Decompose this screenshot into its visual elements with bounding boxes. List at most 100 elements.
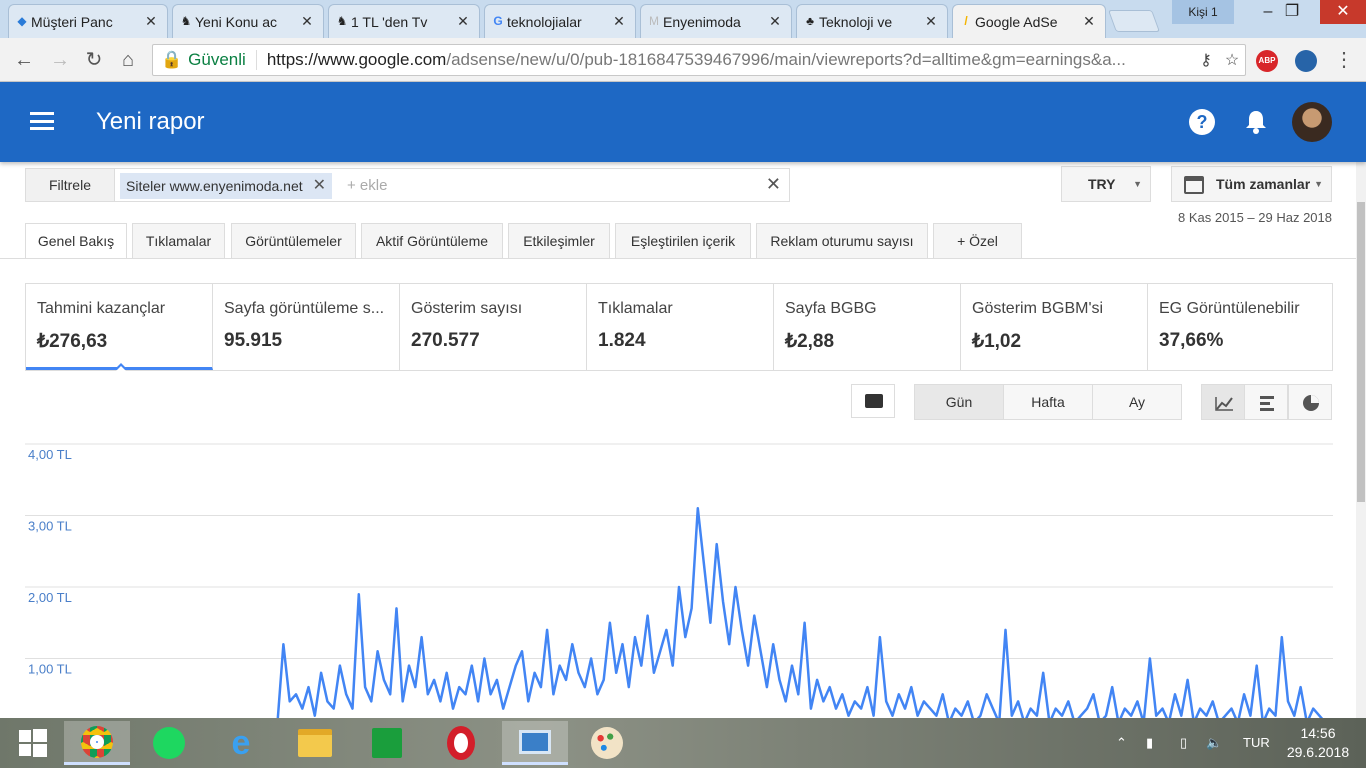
report-content: Filtrele Siteler www.enyenimoda.net ✕ + … — [0, 162, 1356, 718]
close-window-icon[interactable]: ✕ — [1320, 0, 1366, 24]
key-icon[interactable]: ⚷ — [1193, 50, 1219, 70]
filter-chip-site[interactable]: Siteler www.enyenimoda.net ✕ — [120, 173, 333, 199]
maximize-icon[interactable]: ❐ — [1270, 0, 1314, 24]
granularity-day-button[interactable]: Gün — [914, 384, 1004, 420]
close-tab-icon[interactable]: ✕ — [143, 13, 159, 30]
tab-reklam-oturumu[interactable]: Reklam oturumu sayısı — [756, 223, 928, 259]
back-icon[interactable]: ← — [12, 48, 36, 72]
granularity-month-button[interactable]: Ay — [1092, 384, 1182, 420]
browser-tab-teknolojialar[interactable]: G teknolojialar ✕ — [484, 4, 636, 38]
tab-ozel[interactable]: + Özel — [933, 223, 1022, 259]
taskbar-remote-desktop[interactable] — [502, 721, 568, 765]
hamburger-menu-icon[interactable] — [30, 112, 54, 130]
close-tab-icon[interactable]: ✕ — [923, 13, 939, 30]
adblock-extension-icon[interactable]: ABP — [1256, 50, 1278, 72]
bar-chart-view-button[interactable] — [1244, 384, 1288, 420]
forward-icon[interactable]: → — [48, 48, 72, 72]
browser-tab-title: Müşteri Panc — [31, 13, 113, 30]
close-tab-icon[interactable]: ✕ — [767, 13, 783, 30]
metric-label: Tahmini kazançlar — [37, 300, 166, 317]
metric-card-clicks[interactable]: Tıklamalar 1.824 — [587, 284, 774, 370]
tab-goruntulemeler[interactable]: Görüntülemeler — [231, 223, 356, 259]
browser-tab-musteri[interactable]: ◆ Müşteri Panc ✕ — [8, 4, 168, 38]
taskbar-internet-explorer[interactable]: e — [208, 721, 274, 765]
start-button[interactable] — [0, 721, 66, 765]
metric-card-impression-rpm[interactable]: Gösterim BGBM'si ₺1,02 — [961, 284, 1148, 370]
earnings-series-line[interactable] — [26, 507, 1332, 718]
selected-pointer-icon — [114, 363, 128, 371]
star-icon[interactable]: ☆ — [1219, 50, 1245, 70]
taskbar-spotify[interactable] — [136, 721, 202, 765]
opera-icon — [447, 726, 475, 760]
date-range-label: Tüm zamanlar — [1216, 176, 1311, 192]
network-signal-icon[interactable]: ▮ — [1146, 718, 1153, 768]
remove-filter-icon[interactable]: ✕ — [313, 173, 326, 199]
tab-etkilesimler[interactable]: Etkileşimler — [508, 223, 610, 259]
metric-value: 270.577 — [411, 330, 480, 351]
system-clock[interactable]: 14:56 29.6.2018 — [1282, 724, 1354, 762]
currency-select[interactable]: TRY ▼ — [1061, 166, 1151, 202]
remote-desktop-icon — [519, 729, 551, 754]
volume-icon[interactable]: 🔈 — [1206, 718, 1222, 768]
filter-input-box[interactable]: Siteler www.enyenimoda.net ✕ + ekle ✕ — [114, 168, 790, 202]
home-icon[interactable]: ⌂ — [116, 48, 140, 72]
person-button[interactable]: Kişi 1 — [1172, 0, 1234, 24]
add-filter-placeholder[interactable]: + ekle — [347, 177, 387, 194]
metric-card-pageviews[interactable]: Sayfa görüntüleme s... 95.915 — [213, 284, 400, 370]
clear-filters-icon[interactable]: ✕ — [766, 174, 781, 195]
url-text[interactable]: https://www.google.com/adsense/new/u/0/p… — [267, 50, 1193, 70]
metric-card-viewability[interactable]: EG Görüntülenebilir 37,66% — [1148, 284, 1332, 370]
comment-icon — [865, 394, 883, 408]
menu-dots-icon[interactable]: ⋮ — [1332, 48, 1356, 72]
browser-tab-1tl[interactable]: ♞ 1 TL 'den Tv ✕ — [328, 4, 480, 38]
calendar-icon — [1184, 176, 1204, 194]
reload-icon[interactable]: ↻ — [82, 48, 106, 72]
show-hidden-icons-icon[interactable]: ⌃ — [1116, 718, 1127, 768]
line-chart-view-button[interactable] — [1201, 384, 1245, 420]
filter-button[interactable]: Filtrele — [25, 168, 115, 202]
notifications-bell-icon[interactable] — [1244, 109, 1268, 135]
close-tab-icon[interactable]: ✕ — [299, 13, 315, 30]
language-indicator[interactable]: TUR — [1243, 718, 1270, 768]
tab-eslestirilen-icerik[interactable]: Eşleştirilen içerik — [615, 223, 751, 259]
metric-value: 95.915 — [224, 330, 283, 351]
metric-card-page-rpm[interactable]: Sayfa BGBG ₺2,88 — [774, 284, 961, 370]
annotation-button[interactable] — [851, 384, 895, 418]
bar-chart-icon — [1260, 396, 1274, 411]
tab-tiklamalar[interactable]: Tıklamalar — [132, 223, 225, 259]
taskbar-file-explorer[interactable] — [282, 721, 348, 765]
battery-icon[interactable]: ▯ — [1180, 718, 1187, 768]
scrollbar-thumb[interactable] — [1357, 202, 1365, 502]
tab-aktif-goruntuleme[interactable]: Aktif Görüntüleme — [361, 223, 503, 259]
browser-tab-enyenimoda[interactable]: M Enyenimoda ✕ — [640, 4, 792, 38]
taskbar-store[interactable] — [354, 721, 420, 765]
secure-indicator[interactable]: 🔒 Güvenli — [161, 50, 257, 70]
close-tab-icon[interactable]: ✕ — [1081, 13, 1097, 30]
taskbar-paint[interactable] — [574, 721, 640, 765]
pie-chart-view-button[interactable] — [1288, 384, 1332, 420]
taskbar-opera[interactable] — [428, 721, 494, 765]
close-tab-icon[interactable]: ✕ — [455, 13, 471, 30]
google-favicon-icon: G — [493, 14, 503, 28]
browser-tab-yeni-konu[interactable]: ♞ Yeni Konu ac ✕ — [172, 4, 324, 38]
store-icon — [372, 728, 402, 758]
chrome-icon — [81, 725, 113, 758]
metric-card-impressions[interactable]: Gösterim sayısı 270.577 — [400, 284, 587, 370]
browser-tab-adsense[interactable]: / Google AdSe ✕ — [952, 4, 1106, 38]
tab-genel-bakis[interactable]: Genel Bakış — [25, 223, 127, 259]
metric-card-earnings[interactable]: Tahmini kazançlar ₺276,63 — [26, 284, 213, 371]
new-tab-button[interactable] — [1107, 10, 1161, 32]
help-icon[interactable]: ? — [1189, 109, 1215, 135]
filter-chip-label: Siteler www.enyenimoda.net — [126, 178, 303, 194]
address-bar[interactable]: 🔒 Güvenli https://www.google.com/adsense… — [152, 44, 1246, 76]
forum-favicon-icon: ♞ — [180, 14, 192, 28]
granularity-week-button[interactable]: Hafta — [1003, 384, 1093, 420]
taskbar-chrome[interactable] — [64, 721, 130, 765]
date-range-select[interactable]: Tüm zamanlar ▼ — [1171, 166, 1332, 202]
browser-tab-title: 1 TL 'den Tv — [351, 13, 428, 30]
extension-icon[interactable] — [1295, 50, 1317, 72]
browser-tab-teknoloji-ve[interactable]: ♣ Teknoloji ve ✕ — [796, 4, 948, 38]
avatar[interactable] — [1292, 102, 1332, 142]
close-tab-icon[interactable]: ✕ — [611, 13, 627, 30]
browser-tab-title: Enyenimoda — [663, 13, 741, 30]
